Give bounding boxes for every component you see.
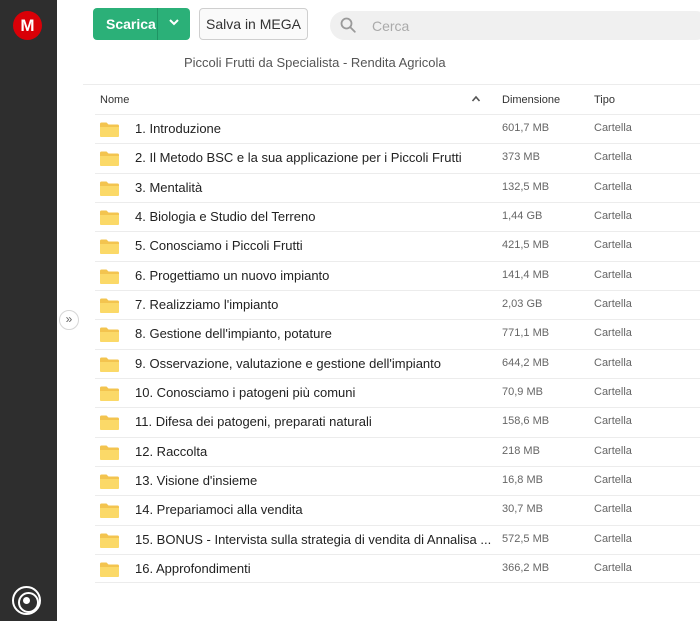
row-size: 70,9 MB [502,385,543,398]
column-header-type[interactable]: Tipo [594,94,615,106]
row-size: 421,5 MB [502,239,550,252]
chevron-down-icon[interactable] [157,8,190,40]
row-type: Cartella [594,415,632,428]
row-size: 16,8 MB [502,473,543,486]
row-size: 1,44 GB [502,209,543,222]
row-name: 16. Approfondimenti [135,560,251,576]
download-button-label: Scarica [106,16,156,32]
table-row[interactable]: 1. Introduzione 601,7 MB Cartella [95,114,700,143]
row-type: Cartella [594,356,632,369]
row-size: 218 MB [502,444,540,457]
row-name: 14. Prepariamoci alla vendita [135,502,303,518]
row-type: Cartella [594,385,632,398]
left-sidebar: M [0,0,57,621]
row-size: 366,2 MB [502,561,550,574]
row-name: 4. Biologia e Studio del Terreno [135,208,316,224]
table-row[interactable]: 6. Progettiamo un nuovo impianto 141,4 MB… [95,260,700,290]
row-size: 771,1 MB [502,327,550,340]
row-size: 2,03 GB [502,297,543,310]
row-name: 8. Gestione dell'impianto, potature [135,326,332,342]
table-row[interactable]: 8. Gestione dell'impianto, potature 771,1… [95,319,700,348]
row-name: 12. Raccolta [135,443,208,459]
row-size: 141,4 MB [502,268,550,281]
row-name: 1. Introduzione [135,121,222,136]
folder-icon [100,386,119,401]
row-name: 6. Progettiamo un nuovo impianto [135,267,330,283]
search-icon [340,17,356,33]
row-size: 601,7 MB [502,122,550,134]
row-type: Cartella [594,444,632,457]
row-size: 373 MB [502,151,540,164]
row-type: Cartella [594,122,632,134]
folder-icon [100,562,119,577]
row-name: 5. Conosciamo i Piccoli Frutti [135,238,303,254]
mega-logo[interactable]: M [13,11,42,40]
table-row[interactable]: 16. Approfondimenti 366,2 MB Cartella [95,553,700,584]
folder-icon [100,357,119,372]
search-box[interactable] [330,11,700,40]
row-type: Cartella [594,473,632,486]
double-chevron-right-icon[interactable]: » [59,310,79,330]
table-row[interactable]: 13. Visione d'insieme 16,8 MB Cartella [95,465,700,495]
folder-icon [100,151,119,167]
row-name: 9. Osservazione, valutazione e gestione … [135,355,441,371]
column-header-name[interactable]: Nome [100,94,129,106]
row-type: Cartella [594,239,632,252]
folder-icon [100,445,119,460]
table-row[interactable]: 12. Raccolta 218 MB Cartella [95,436,700,466]
row-name: 2. Il Metodo BSC e la sua applicazione p… [135,150,462,166]
folder-icon [100,533,119,548]
row-type: Cartella [594,297,632,310]
table-row[interactable]: 5. Conosciamo i Piccoli Frutti 421,5 MB Ca… [95,231,700,260]
row-size: 158,6 MB [502,415,550,428]
row-name: 3. Mentalità [135,179,203,195]
row-type: Cartella [594,532,632,545]
row-type: Cartella [594,180,632,193]
table-row[interactable]: 9. Osservazione, valutazione e gestione … [95,348,700,378]
row-type: Cartella [594,327,632,340]
row-size: 132,5 MB [502,180,550,193]
folder-icon [100,181,119,196]
header-divider [83,84,700,85]
row-type: Cartella [594,561,632,574]
table-row[interactable]: 14. Prepariamoci alla vendita 30,7 MB Cart… [95,495,700,524]
row-type: Cartella [594,503,632,516]
table-row[interactable]: 4. Biologia e Studio del Terreno 1,44 GB C… [95,201,700,231]
folder-icon [100,298,119,313]
folder-icon [100,503,119,519]
table-row[interactable]: 10. Conosciamo i patogeni più comuni 70,9… [95,377,700,407]
row-name: 11. Difesa dei patogeni, preparati natur… [135,414,372,430]
table-row[interactable]: 7. Realizziamo l'impianto 2,03 GB Cartella [95,289,700,319]
folder-icon [100,210,119,225]
row-size: 644,2 MB [502,356,550,369]
file-list: 1. Introduzione 601,7 MB Cartella 2. Il Met… [95,114,700,584]
row-type: Cartella [594,151,632,164]
table-row[interactable]: 11. Difesa dei patogeni, preparati natur… [95,407,700,436]
download-button[interactable]: Scarica [93,8,190,40]
row-name: 10. Conosciamo i patogeni più comuni [135,384,356,400]
table-row[interactable]: 3. Mentalità 132,5 MB Cartella [95,172,700,202]
save-to-mega-button[interactable]: Salva in MEGA [199,8,308,40]
row-name: 13. Visione d'insieme [135,472,258,488]
folder-icon [100,239,119,255]
row-type: Cartella [594,268,632,281]
table-row[interactable]: 2. Il Metodo BSC e la sua applicazione p… [95,143,700,172]
folder-icon [100,415,119,431]
folder-icon [100,269,119,284]
row-name: 15. BONUS - Intervista sulla strategia d… [135,531,492,547]
transfer-status-icon[interactable] [12,586,41,615]
row-size: 30,7 MB [502,503,543,516]
row-size: 572,5 MB [502,532,550,545]
breadcrumb[interactable]: Piccoli Frutti da Specialista - Rendita … [184,55,446,70]
search-input[interactable] [372,15,672,37]
sort-ascending-icon[interactable] [471,94,481,104]
row-type: Cartella [594,209,632,222]
table-row[interactable]: 15. BONUS - Intervista sulla strategia d… [95,524,700,554]
folder-icon [100,122,119,137]
column-header-size[interactable]: Dimensione [502,94,560,106]
folder-icon [100,474,119,489]
row-name: 7. Realizziamo l'impianto [135,296,279,312]
folder-icon [100,327,119,343]
